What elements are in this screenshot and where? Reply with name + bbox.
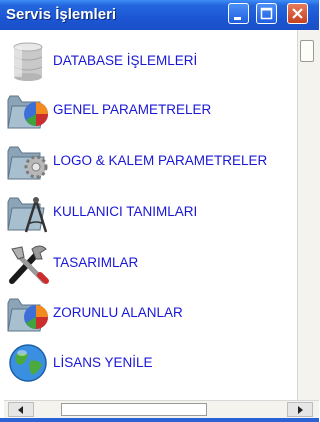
- maximize-icon: [260, 7, 273, 20]
- minimize-button[interactable]: [228, 3, 249, 24]
- globe-icon: [9, 344, 47, 382]
- close-icon: [292, 8, 303, 19]
- menu-item-renew-license[interactable]: LİSANS YENİLE: [4, 338, 296, 388]
- menu-item-general-parameters[interactable]: GENEL PARAMETRELER: [4, 85, 296, 135]
- menu-item-label: TASARIMLAR: [53, 255, 139, 270]
- window-border: [0, 418, 319, 422]
- folder-compass-icon: [7, 197, 48, 233]
- menu-item-user-definitions[interactable]: KULLANICI TANIMLARI: [4, 187, 296, 237]
- scroll-right-button[interactable]: [287, 402, 313, 417]
- menu-item-logo-pen-parameters[interactable]: LOGO & KALEM PARAMETRELER: [4, 136, 296, 186]
- maximize-button[interactable]: [256, 3, 277, 24]
- folder-chart-icon: [7, 298, 48, 332]
- menu-item-database[interactable]: DATABASE İŞLEMLERİ: [4, 36, 296, 86]
- menu-list: DATABASE İŞLEMLERİ GENEL PARAMETRELER LO: [4, 30, 296, 400]
- window-title: Servis İşlemleri: [6, 6, 117, 23]
- menu-item-required-fields[interactable]: ZORUNLU ALANLAR: [4, 288, 296, 338]
- menu-item-label: KULLANICI TANIMLARI: [53, 204, 198, 219]
- folder-chart-icon: [7, 95, 48, 129]
- horizontal-scroll-thumb[interactable]: [61, 403, 207, 416]
- menu-item-label: LOGO & KALEM PARAMETRELER: [53, 153, 268, 168]
- arrow-left-icon: [18, 406, 23, 414]
- scroll-left-button[interactable]: [8, 402, 34, 417]
- horizontal-scrollbar[interactable]: [4, 400, 319, 419]
- menu-item-label: ZORUNLU ALANLAR: [53, 305, 183, 320]
- arrow-right-icon: [298, 406, 303, 414]
- menu-item-label: DATABASE İŞLEMLERİ: [53, 53, 198, 68]
- folder-gear-icon: [7, 146, 48, 180]
- title-bar[interactable]: Servis İşlemleri: [0, 0, 319, 30]
- tools-icon: [9, 245, 49, 284]
- vertical-scroll-thumb[interactable]: [300, 40, 314, 62]
- menu-item-label: GENEL PARAMETRELER: [53, 102, 212, 117]
- service-window: Servis İşlemleri DATABASE İŞLEMLERİ GENE…: [0, 0, 320, 422]
- close-button[interactable]: [287, 3, 308, 24]
- minimize-icon: [234, 17, 241, 20]
- menu-item-designs[interactable]: TASARIMLAR: [4, 238, 296, 288]
- vertical-scrollbar[interactable]: [297, 30, 320, 400]
- menu-item-label: LİSANS YENİLE: [53, 355, 153, 370]
- database-icon: [13, 42, 43, 81]
